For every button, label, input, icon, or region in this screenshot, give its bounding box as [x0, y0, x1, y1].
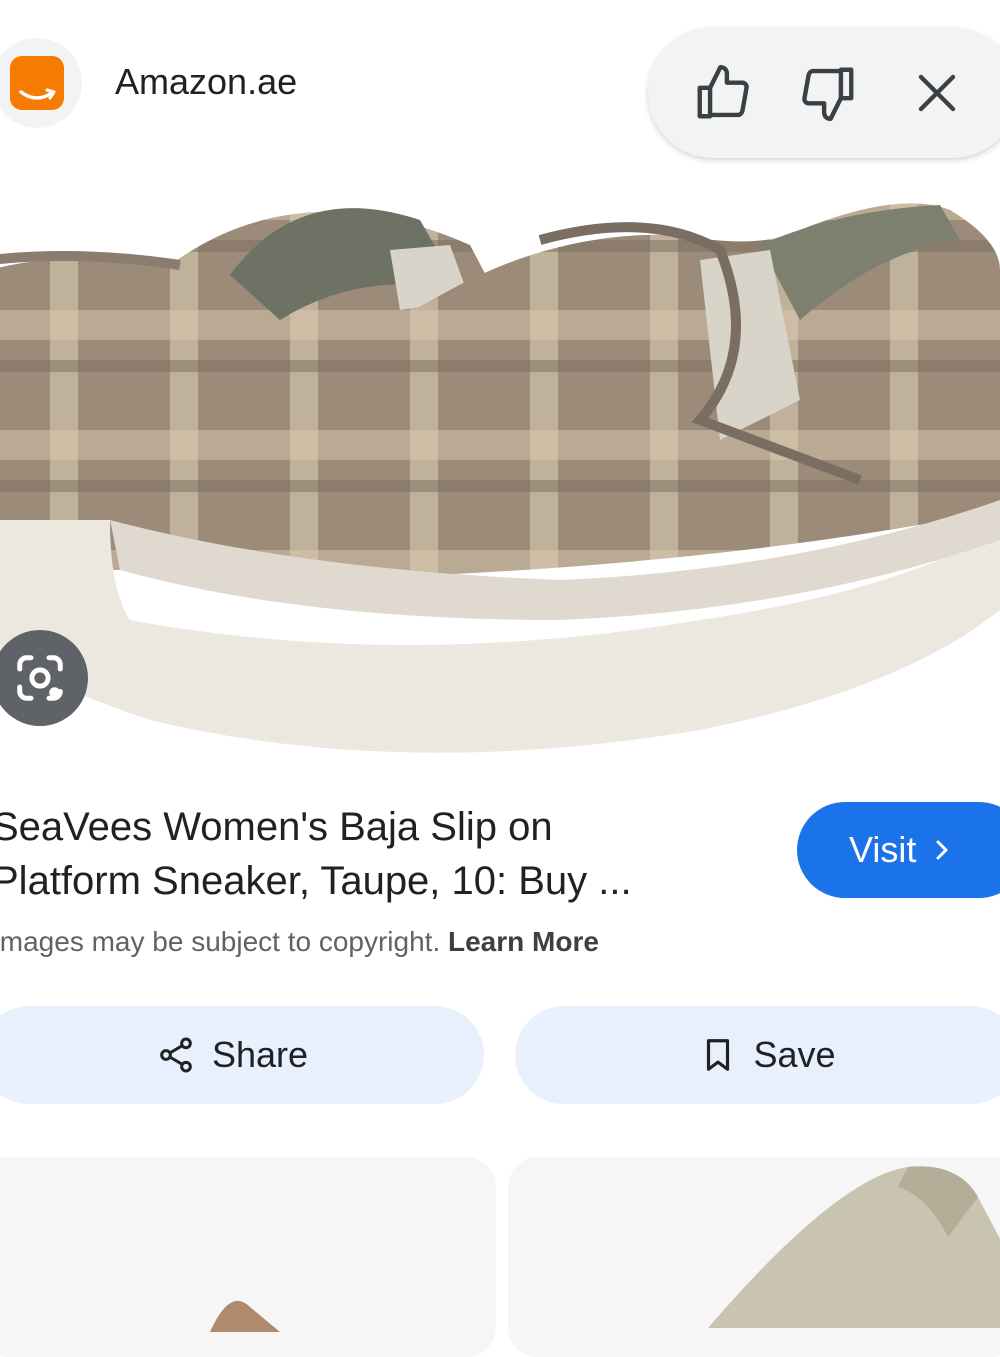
bookmark-icon: [699, 1036, 737, 1074]
share-label: Share: [211, 1034, 309, 1075]
thumbs-up-icon[interactable]: [688, 58, 758, 128]
close-icon[interactable]: [902, 58, 972, 128]
site-favicon[interactable]: [0, 38, 82, 128]
amazon-smile-icon: [10, 56, 64, 110]
learn-more-link[interactable]: Learn More: [448, 926, 599, 957]
site-name[interactable]: Amazon.ae: [115, 60, 297, 104]
copyright-text: Images may be subject to copyright.: [0, 926, 448, 957]
copyright-notice: Images may be subject to copyright. Lear…: [0, 922, 599, 962]
related-image-thumbnail[interactable]: [508, 1157, 1000, 1357]
share-button[interactable]: Share: [0, 1006, 484, 1104]
result-title[interactable]: SeaVees Women's Baja Slip on Platform Sn…: [0, 800, 772, 908]
chevron-right-icon: [930, 838, 954, 862]
save-label: Save: [753, 1034, 836, 1075]
product-image[interactable]: [0, 150, 1000, 770]
related-image-thumbnail[interactable]: [0, 1157, 496, 1357]
visit-label: Visit: [849, 829, 917, 870]
feedback-panel: [648, 28, 1000, 158]
visit-button[interactable]: Visit: [797, 802, 1000, 898]
thumbs-down-icon[interactable]: [793, 58, 863, 128]
share-icon: [156, 1035, 196, 1075]
save-button[interactable]: Save: [515, 1006, 1000, 1104]
